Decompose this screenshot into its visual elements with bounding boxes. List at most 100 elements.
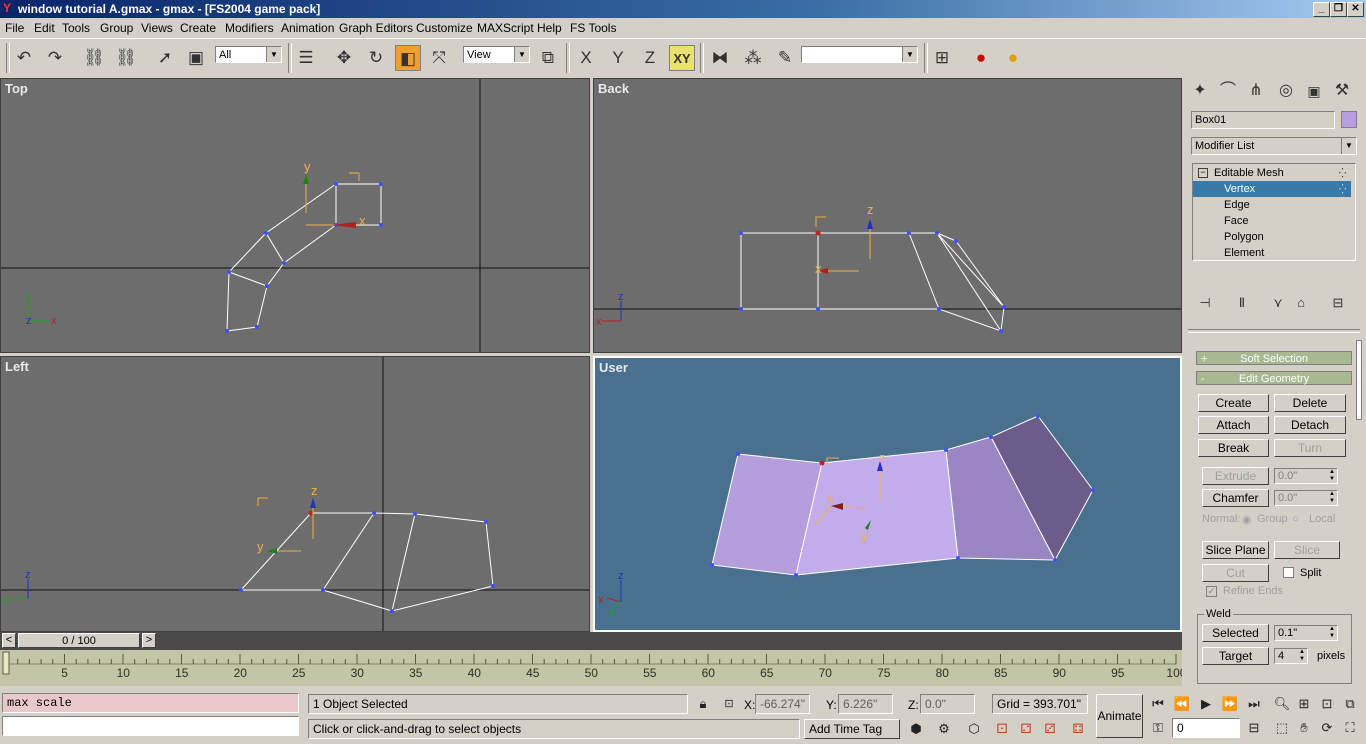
zoom-extents-all-icon[interactable]: ⧉ <box>1340 694 1360 714</box>
menu-views[interactable]: Views <box>141 21 173 35</box>
scrollbar-thumb[interactable] <box>1356 340 1362 420</box>
cut-button[interactable]: Cut <box>1202 564 1269 582</box>
extrude-amount-spinner[interactable]: 0.0" ▲ ▼ <box>1274 468 1338 484</box>
viewport-label-user[interactable]: User <box>599 360 628 375</box>
close-button[interactable]: ✕ <box>1347 2 1364 17</box>
track-bar[interactable]: 5 10 15 20 25 30 35 40 45 50 55 60 65 70 75 80 85 90 95 100 <box>0 650 1187 686</box>
create-tab-icon[interactable]: ✦ <box>1187 78 1213 104</box>
slice-button[interactable]: Slice <box>1274 541 1340 559</box>
remove-modifier-icon[interactable]: ⌂ <box>1290 293 1312 313</box>
field-of-view-icon[interactable]: ⬚ <box>1272 718 1292 738</box>
normal-local-radio-icon[interactable]: ○ <box>1292 513 1299 525</box>
named-selection-sets-dropdown[interactable]: ▼ <box>801 46 918 63</box>
stack-subobject-polygon[interactable]: Polygon <box>1193 229 1351 245</box>
display-tab-icon[interactable]: ▣ <box>1301 78 1327 104</box>
select-object-icon[interactable]: ➚ <box>152 45 178 71</box>
snap-icon[interactable]: ✎ <box>772 45 798 71</box>
weld-selected-button[interactable]: Selected <box>1202 624 1269 642</box>
current-time-marker[interactable] <box>2 651 10 675</box>
modifier-list-dropdown[interactable]: Modifier List ▼ <box>1191 137 1357 155</box>
viewport-left[interactable]: z y z y Left <box>0 356 590 632</box>
normal-group-radio-icon[interactable]: ◉ <box>1242 513 1252 526</box>
utilities-tab-icon[interactable]: ⚒ <box>1329 78 1355 104</box>
restrict-to-y-button[interactable]: Y <box>605 45 631 71</box>
viewport-label-back[interactable]: Back <box>598 81 629 96</box>
box-display-icon[interactable]: ⬡ <box>964 719 984 739</box>
absolute-mode-transform-icon[interactable]: ⊡ <box>719 694 739 714</box>
menu-edit[interactable]: Edit <box>34 21 55 35</box>
minimize-button[interactable]: _ <box>1313 2 1330 17</box>
array-icon[interactable]: ⁂ <box>740 45 766 71</box>
menu-group[interactable]: Group <box>100 21 133 35</box>
select-by-name-icon[interactable]: ☰ <box>293 45 319 71</box>
menu-customize[interactable]: Customize <box>416 21 473 35</box>
viewport-top[interactable]: y x y z x Top <box>0 78 590 353</box>
menu-animation[interactable]: Animation <box>281 21 334 35</box>
turn-button[interactable]: Turn <box>1274 439 1346 457</box>
viewport-back[interactable]: z x z x Back <box>593 78 1182 353</box>
time-slider-thumb[interactable]: 0 / 100 <box>18 633 140 648</box>
time-slider[interactable]: < 0 / 100 > <box>0 632 1182 650</box>
delete-button[interactable]: Delete <box>1274 394 1346 412</box>
restrict-to-x-button[interactable]: X <box>573 45 599 71</box>
snap-toggle-icon[interactable]: ⚃ <box>1068 719 1088 739</box>
selection-filter-dropdown[interactable]: All ▼ <box>215 46 282 63</box>
redo-icon[interactable]: ↷ <box>42 45 68 71</box>
show-end-result-icon[interactable]: Ⅱ <box>1231 293 1253 313</box>
quick-render-icon[interactable]: ● <box>1000 45 1026 71</box>
soft-selection-rollout[interactable]: + Soft Selection <box>1196 351 1352 365</box>
create-button[interactable]: Create <box>1198 394 1269 412</box>
viewport-label-top[interactable]: Top <box>5 81 28 96</box>
pan-icon[interactable]: ✋︎ <box>1294 718 1314 738</box>
modify-tab-icon[interactable]: ⌒ <box>1215 78 1241 104</box>
slice-plane-button[interactable]: Slice Plane <box>1202 541 1269 559</box>
maximize-viewport-icon[interactable]: ⛶ <box>1340 718 1360 738</box>
previous-key-icon[interactable]: ⏪ <box>1172 694 1192 714</box>
menu-create[interactable]: Create <box>180 21 216 35</box>
zoom-extents-icon[interactable]: ⊡ <box>1317 694 1337 714</box>
menu-file[interactable]: File <box>5 21 24 35</box>
rectangular-selection-region-icon[interactable]: ▣ <box>183 45 209 71</box>
restrict-to-z-button[interactable]: Z <box>637 45 663 71</box>
use-pivot-point-center-icon[interactable]: ⧉ <box>535 45 561 71</box>
go-to-end-icon[interactable]: ⏭ <box>1244 694 1264 714</box>
time-configuration-icon[interactable]: ⊟ <box>1244 718 1264 738</box>
restore-button[interactable]: ❐ <box>1330 2 1347 17</box>
weld-target-button[interactable]: Target <box>1202 647 1269 665</box>
configure-modifier-sets-icon[interactable]: ⊟ <box>1327 293 1349 313</box>
next-frame-button[interactable]: > <box>142 633 156 648</box>
detach-button[interactable]: Detach <box>1274 416 1346 434</box>
arc-rotate-icon[interactable]: ⟳ <box>1317 718 1337 738</box>
maxscript-listener-input[interactable]: max scale <box>2 693 299 713</box>
pin-stack-icon[interactable]: ⊣ <box>1194 293 1216 313</box>
menu-fs-tools[interactable]: FS Tools <box>570 21 616 35</box>
make-unique-icon[interactable]: ⋎ <box>1267 293 1289 313</box>
weld-threshold-spinner[interactable]: 0.1" ▲ ▼ <box>1274 625 1338 641</box>
mirror-icon[interactable]: ⧓ <box>707 45 733 71</box>
render-scene-icon[interactable]: ● <box>968 45 994 71</box>
spinner-snap-icon[interactable]: ⚂ <box>1040 719 1060 739</box>
undo-icon[interactable]: ↶ <box>11 45 37 71</box>
menu-tools[interactable]: Tools <box>62 21 90 35</box>
select-and-manipulate-icon[interactable]: ⤧ <box>426 45 452 71</box>
select-and-scale-icon[interactable]: ◧ <box>395 45 421 71</box>
chamfer-amount-spinner[interactable]: 0.0" ▲ ▼ <box>1274 490 1338 506</box>
stack-subobject-edge[interactable]: Edge <box>1193 197 1351 213</box>
edit-geometry-rollout[interactable]: - Edit Geometry <box>1196 371 1352 385</box>
stack-subobject-face[interactable]: Face <box>1193 213 1351 229</box>
key-mode-icon[interactable]: ⚿ <box>1148 718 1168 738</box>
play-icon[interactable]: ▶ <box>1196 694 1216 714</box>
x-coordinate-field[interactable]: -66.274" <box>755 694 810 714</box>
collapse-icon[interactable]: − <box>1198 168 1208 178</box>
break-button[interactable]: Break <box>1198 439 1269 457</box>
menu-modifiers[interactable]: Modifiers <box>225 21 274 35</box>
go-to-start-icon[interactable]: ⏮ <box>1148 694 1168 714</box>
snaps-toggle-icon[interactable]: ⚙ <box>934 719 954 739</box>
object-color-swatch[interactable] <box>1341 111 1357 128</box>
refine-ends-checkbox[interactable]: ✓ <box>1206 586 1217 597</box>
lock-selection-icon[interactable]: 🔒︎ <box>693 694 713 714</box>
hierarchy-tab-icon[interactable]: ⋔ <box>1243 78 1269 104</box>
previous-frame-button[interactable]: < <box>2 633 16 648</box>
animate-button[interactable]: Animate <box>1096 694 1143 738</box>
percent-snap-icon[interactable]: ⚁ <box>1016 719 1036 739</box>
